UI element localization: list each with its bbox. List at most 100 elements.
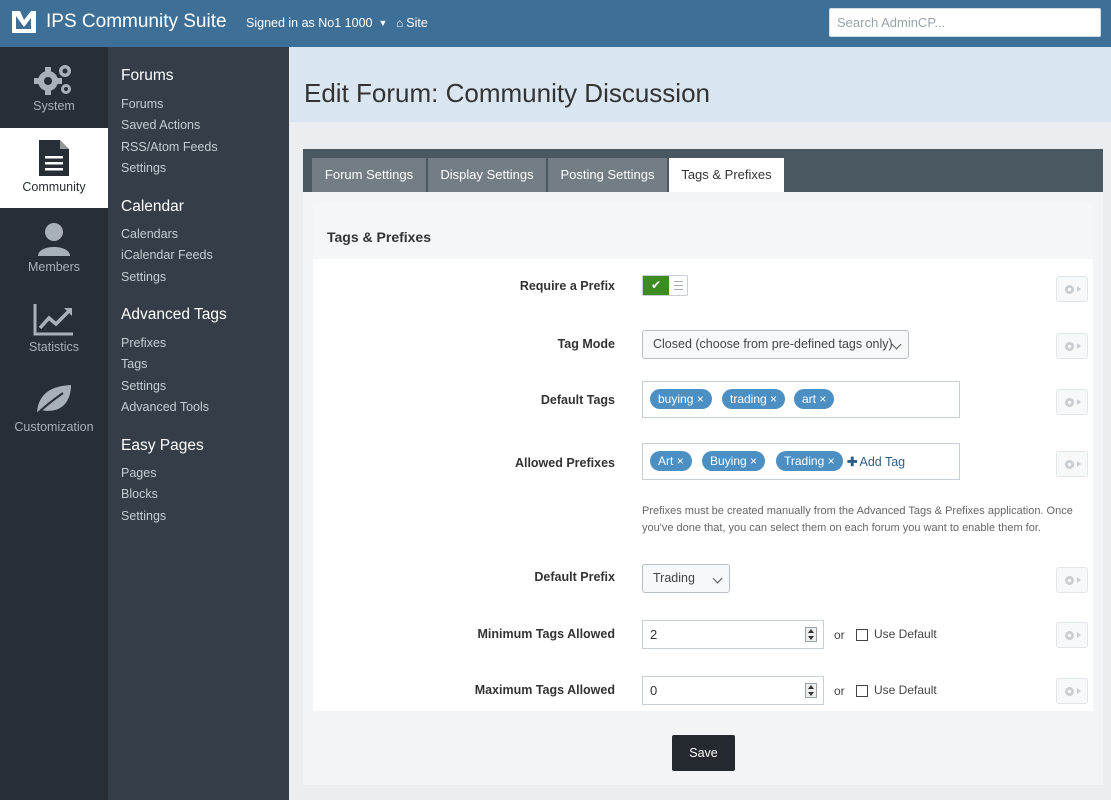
tab-tags-prefixes[interactable]: Tags & Prefixes — [669, 158, 784, 192]
rail-label: System — [33, 99, 75, 113]
brand-title[interactable]: IPS Community Suite — [46, 11, 227, 33]
or-label: or — [834, 628, 845, 642]
require-prefix-toggle[interactable]: ✔ — [642, 275, 688, 296]
default-tags-options-button[interactable] — [1056, 389, 1088, 415]
default-prefix-options-button[interactable] — [1056, 567, 1088, 593]
nav-link-rss-feeds[interactable]: RSS/Atom Feeds — [121, 140, 218, 154]
nav-link-saved-actions[interactable]: Saved Actions — [121, 118, 200, 132]
prefix-chip[interactable]: Buying × — [702, 451, 766, 471]
default-prefix-value: Trading — [653, 571, 695, 585]
leaf-icon — [35, 385, 71, 416]
rail-label: Members — [27, 260, 81, 274]
add-tag-button[interactable]: ✚ Add Tag — [847, 454, 905, 469]
remove-tag-icon[interactable]: × — [677, 454, 684, 468]
remove-tag-icon[interactable]: × — [819, 392, 826, 406]
spinner-icon[interactable] — [805, 627, 817, 642]
rail-item-customization[interactable]: Customization — [0, 368, 108, 448]
tab-bar: Forum Settings Display Settings Posting … — [303, 149, 1103, 192]
chart-icon — [33, 304, 73, 336]
account-menu[interactable]: Signed in as No1 1000 ▼ — [246, 16, 387, 30]
max-tags-use-default-checkbox[interactable] — [856, 685, 868, 697]
tag-chip[interactable]: buying × — [650, 389, 712, 409]
allowed-prefixes-input[interactable]: Art × Buying × Trading × ✚ Add Tag — [642, 443, 960, 480]
tag-chip[interactable]: trading × — [722, 389, 786, 409]
nav-link-calendars[interactable]: Calendars — [121, 227, 178, 241]
form-body: Tags & Prefixes Require a Prefix ✔ Tag M… — [313, 203, 1093, 711]
signed-in-label: Signed in as No1 1000 — [246, 16, 373, 30]
nav-link-forum-settings[interactable]: Settings — [121, 161, 166, 175]
remove-tag-icon[interactable]: × — [750, 454, 757, 468]
prefix-chip-label: Buying — [710, 454, 747, 468]
nav-link-icalendar-feeds[interactable]: iCalendar Feeds — [121, 248, 213, 262]
require-prefix-options-button[interactable] — [1056, 276, 1088, 302]
prefix-chip[interactable]: Trading × — [776, 451, 843, 471]
prefix-chip-label: Art — [658, 454, 674, 468]
nav-link-forums[interactable]: Forums — [121, 97, 163, 111]
page-header: Edit Forum: Community Discussion — [290, 47, 1111, 122]
min-tags-input[interactable]: 2 — [642, 620, 824, 649]
max-tags-input[interactable]: 0 — [642, 676, 824, 705]
caret-right-icon — [1077, 343, 1081, 349]
default-tags-input[interactable]: buying × trading × art × — [642, 381, 960, 418]
default-prefix-label: Default Prefix — [534, 570, 615, 584]
nav-link-pages-settings[interactable]: Settings — [121, 509, 166, 523]
tab-display-settings[interactable]: Display Settings — [428, 158, 546, 192]
nav-link-advanced-tools[interactable]: Advanced Tools — [121, 400, 209, 414]
remove-tag-icon[interactable]: × — [828, 454, 835, 468]
caret-right-icon — [1077, 399, 1081, 405]
gear-icon — [1065, 460, 1074, 469]
nav-link-calendar-settings[interactable]: Settings — [121, 270, 166, 284]
search-input[interactable] — [829, 8, 1101, 37]
secondary-nav: Forums Forums Saved Actions RSS/Atom Fee… — [108, 47, 289, 800]
nav-heading-calendar: Calendar — [121, 198, 184, 215]
edit-forum-panel: Forum Settings Display Settings Posting … — [303, 149, 1103, 785]
rail-item-system[interactable]: System — [0, 47, 108, 127]
gear-icon — [1065, 687, 1074, 696]
rail-item-members[interactable]: Members — [0, 208, 108, 288]
remove-tag-icon[interactable]: × — [770, 392, 777, 406]
prefix-chip-label: Trading — [784, 454, 825, 468]
nav-link-prefixes[interactable]: Prefixes — [121, 336, 166, 350]
prefix-chip[interactable]: Art × — [650, 451, 692, 471]
site-link[interactable]: ⌂ Site — [396, 16, 428, 30]
tag-mode-options-button[interactable] — [1056, 333, 1088, 359]
rail-item-statistics[interactable]: Statistics — [0, 288, 108, 368]
rail-label: Community — [22, 180, 86, 194]
allowed-prefixes-options-button[interactable] — [1056, 451, 1088, 477]
toggle-grip-icon — [674, 281, 683, 290]
section-title: Tags & Prefixes — [327, 229, 432, 245]
rail-item-community[interactable]: Community — [0, 128, 108, 208]
caret-right-icon — [1077, 461, 1081, 467]
save-button[interactable]: Save — [672, 735, 735, 771]
min-tags-options-button[interactable] — [1056, 622, 1088, 648]
top-bar: IPS Community Suite Signed in as No1 100… — [0, 0, 1111, 47]
tag-mode-select[interactable]: Closed (choose from pre-defined tags onl… — [642, 330, 909, 359]
check-icon: ✔ — [643, 276, 669, 295]
gear-icon — [1065, 398, 1074, 407]
rail-label: Customization — [14, 420, 94, 434]
min-tags-use-default-checkbox[interactable] — [856, 629, 868, 641]
tag-chip[interactable]: art × — [794, 389, 835, 409]
caret-down-icon: ▼ — [378, 18, 388, 28]
tag-chip-label: trading — [730, 392, 767, 406]
app-rail: System Community Members Statistics Cust… — [0, 47, 108, 800]
gears-icon — [34, 65, 71, 95]
min-tags-label: Minimum Tags Allowed — [477, 627, 615, 641]
nav-link-blocks[interactable]: Blocks — [121, 487, 158, 501]
tab-posting-settings[interactable]: Posting Settings — [548, 158, 667, 192]
tag-chip-label: art — [802, 392, 817, 406]
remove-tag-icon[interactable]: × — [697, 392, 704, 406]
max-tags-options-button[interactable] — [1056, 678, 1088, 704]
allowed-prefixes-label: Allowed Prefixes — [514, 456, 615, 470]
default-prefix-select[interactable]: Trading — [642, 564, 730, 593]
nav-link-pages[interactable]: Pages — [121, 466, 156, 480]
max-tags-value: 0 — [650, 683, 658, 698]
document-icon — [39, 140, 69, 176]
max-tags-use-default-label[interactable]: Use Default — [874, 683, 937, 697]
nav-link-tags[interactable]: Tags — [121, 357, 147, 371]
add-tag-label: Add Tag — [859, 455, 906, 469]
tab-forum-settings[interactable]: Forum Settings — [312, 158, 426, 192]
nav-link-tags-settings[interactable]: Settings — [121, 379, 166, 393]
spinner-icon[interactable] — [805, 683, 817, 698]
min-tags-use-default-label[interactable]: Use Default — [874, 627, 937, 641]
